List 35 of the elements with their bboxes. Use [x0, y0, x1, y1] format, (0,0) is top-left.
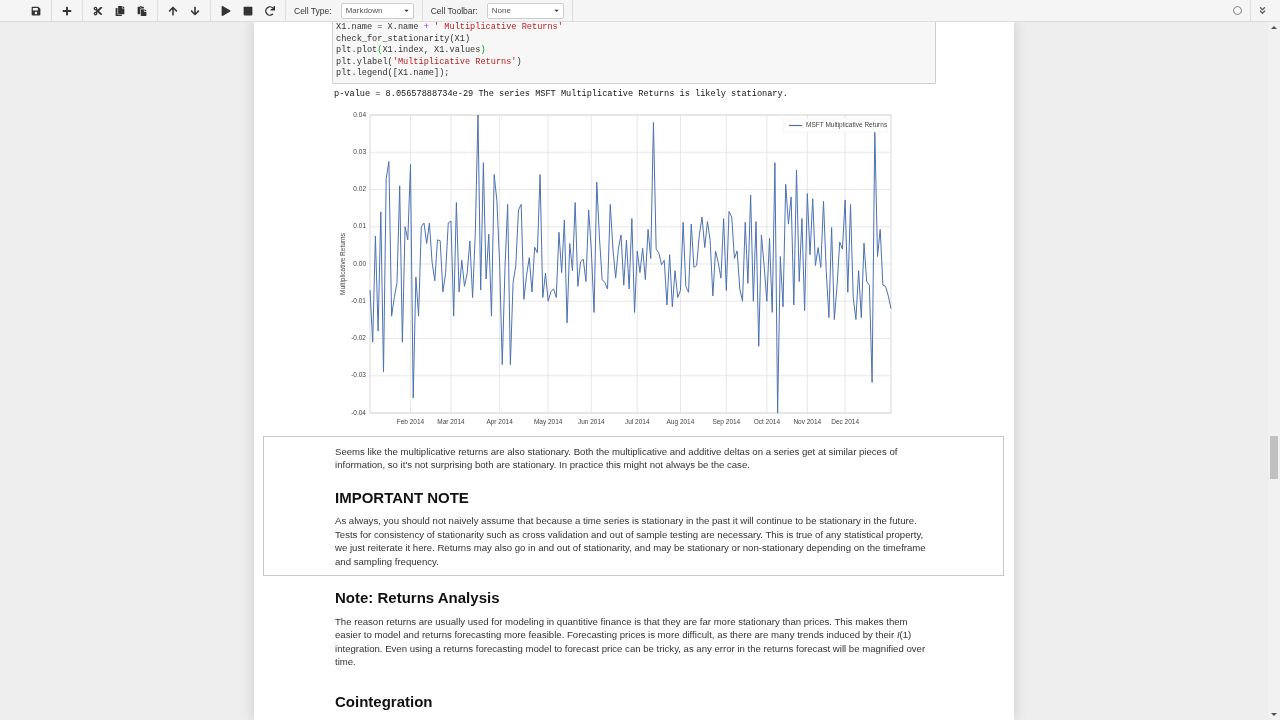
- code-line: check_for_stationarity(X1): [336, 33, 472, 45]
- paragraph: Seems like the multiplicative returns are also stationary. Both the multiplicative and additive deltas on a series get at similar pieces of information, so it's not surprising both are stationary. In practice this might not always be the case.: [335, 444, 899, 472]
- stop-icon: [243, 5, 253, 16]
- heading: IMPORTANT NOTE: [335, 488, 470, 507]
- arrow-up-icon: [168, 5, 178, 16]
- cell-toolbar-select[interactable]: None: [486, 2, 564, 19]
- play-icon: [221, 5, 231, 16]
- code-line: plt.plot(X1.index, X1.values): [336, 45, 487, 57]
- selected-cell[interactable]: [263, 435, 1004, 576]
- arrow-down-icon: [190, 5, 200, 16]
- code-line: plt.legend([X1.name]);: [336, 68, 451, 80]
- paste-icon: [137, 5, 147, 16]
- copy-icon: [115, 5, 125, 16]
- paragraph: As always, you should not naively assume that because a time series is stationary in the past it will continue to be stationary in the future. Tests for consistency of stationarity such as cross validation and out of sample testing are necessary. This is true of any statistical property, we just reiterate it here. Returns may also go in and out of stationarity, and may be stationary or non-stationary depending on the timeframe and sampling frequency.: [335, 514, 927, 568]
- cell-type-label: Cell Type:: [294, 5, 332, 16]
- code-editor[interactable]: X1.name = X.name + ' Multiplicative Returns' check_for_stationarity(X1) plt.plot(X1.index, X1.values) plt.ylabel('Multiplicative Returns') plt.legend([X1.name]);: [332, 22, 936, 84]
- scroll-down-icon[interactable]: [1271, 713, 1277, 716]
- cell-type-select[interactable]: Markdown: [340, 2, 414, 19]
- cell-toolbar-label: Cell Toolbar:: [430, 5, 478, 16]
- circular-arrow-icon: [265, 5, 275, 16]
- caret-icon: [402, 7, 410, 14]
- paragraph: The reason returns are usually used for modeling in quantitive finance is that they are far more stationary than prices. This makes them easier to model and returns forecasting more feasible. Forecasting prices is more difficult, as there are many trends induced by their I(1) integration. Even using a returns forecasting model to forecast price can be tricky, as any error in the returns forecast will be magnified over time.: [335, 614, 927, 669]
- caret-icon: [552, 7, 560, 14]
- plus-icon: [62, 5, 72, 16]
- save-icon: [31, 5, 41, 16]
- scroll-up-icon[interactable]: [1271, 26, 1277, 29]
- legend-line-icon: [788, 124, 803, 126]
- heading: Cointegration: [335, 692, 433, 711]
- scissors-icon: [93, 5, 103, 16]
- code-line: plt.ylabel('Multiplicative Returns'): [336, 56, 523, 68]
- double-chevron-icon: [1257, 6, 1267, 15]
- heading: Note: Returns Analysis: [335, 589, 501, 607]
- code-line: X1.name = X.name + ' Multiplicative Returns': [336, 22, 564, 34]
- scrollbar-thumb[interactable]: [1270, 436, 1278, 479]
- output-text: p-value = 8.05657888734e-29 The series MSFT Multiplicative Returns is likely stationary.: [333, 87, 789, 100]
